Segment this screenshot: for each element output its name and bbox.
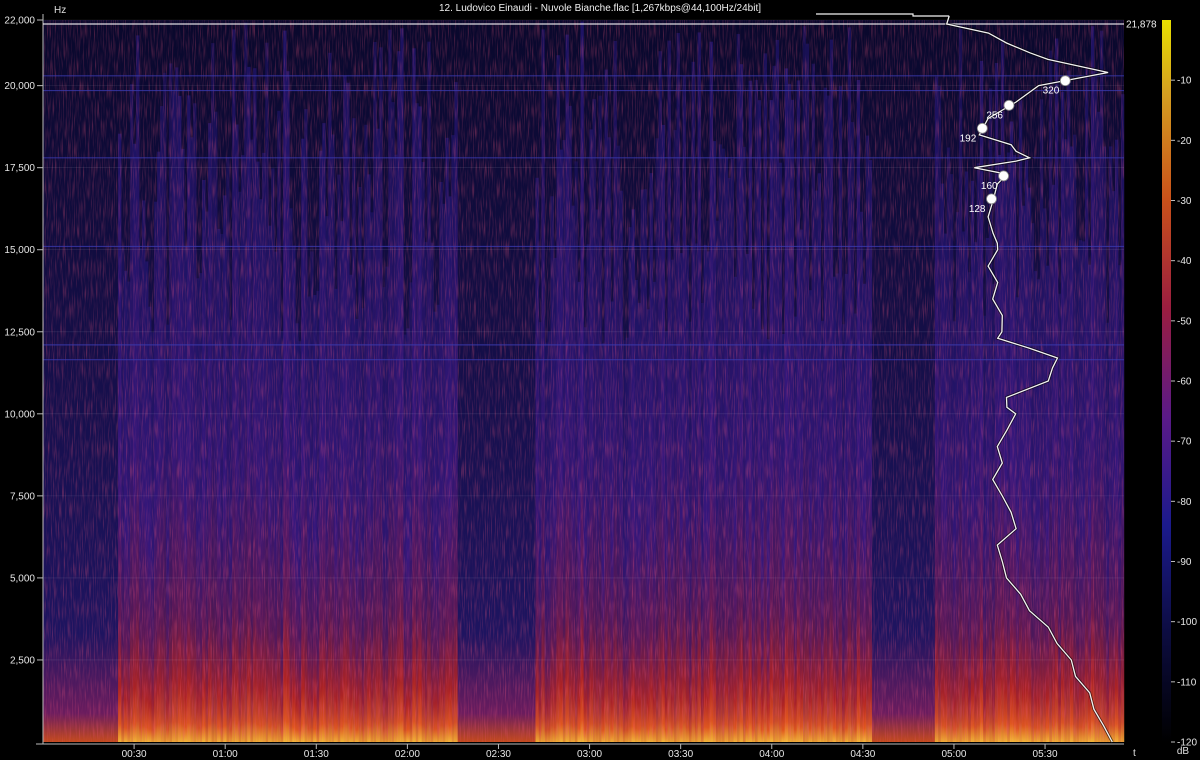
y-tick-label: 20,000 bbox=[4, 81, 35, 92]
bitrate-marker-label: 160 bbox=[981, 181, 998, 192]
x-axis-label: t bbox=[1133, 748, 1136, 759]
y-tick-label: 7,500 bbox=[10, 491, 35, 502]
y-tick-label: 5,000 bbox=[10, 573, 35, 584]
y-axis-label: Hz bbox=[54, 5, 66, 16]
colorbar-tick-label: -40 bbox=[1177, 256, 1192, 267]
y-tick-label: 12,500 bbox=[4, 327, 35, 338]
bitrate-marker-dot bbox=[976, 122, 988, 134]
colorbar-tick-label: -60 bbox=[1177, 377, 1192, 388]
x-tick-label: 01:30 bbox=[304, 749, 329, 760]
x-tick-label: 03:30 bbox=[668, 749, 693, 760]
x-axis: t 00:30 01:00 01:30 02:00 02:30 03:00 03:30 04:… bbox=[36, 743, 1136, 760]
x-tick-label: 04:30 bbox=[850, 749, 875, 760]
bitrate-marker-dot bbox=[998, 170, 1009, 182]
bitrate-marker-label: 192 bbox=[960, 133, 977, 144]
colorbar-tick-label: -120 bbox=[1177, 738, 1197, 749]
colorbar-tick-label: -110 bbox=[1177, 677, 1197, 688]
colorbar-tick-label: -20 bbox=[1177, 136, 1192, 147]
colorbar-tick-label: -90 bbox=[1177, 557, 1192, 568]
y-tick-label: 2,500 bbox=[10, 655, 35, 666]
colorbar-tick-label: -70 bbox=[1177, 437, 1192, 448]
y-tick-label: 10,000 bbox=[4, 409, 35, 420]
x-tick-label: 01:00 bbox=[213, 749, 238, 760]
x-tick-label: 02:00 bbox=[395, 749, 420, 760]
y-tick-label: 15,000 bbox=[4, 245, 35, 256]
x-tick-label: 03:00 bbox=[577, 749, 602, 760]
bitrate-marker-label: 128 bbox=[969, 204, 986, 215]
bitrate-marker-dot bbox=[1003, 99, 1015, 111]
x-tick-label: 05:30 bbox=[1033, 749, 1058, 760]
bitrate-marker-label: 256 bbox=[986, 110, 1003, 121]
colorbar-tick-label: -50 bbox=[1177, 316, 1192, 327]
spectrum-profile-tail bbox=[816, 13, 950, 17]
colorbar-gradient bbox=[1162, 20, 1171, 742]
y-tick-label: 22,000 bbox=[4, 16, 35, 27]
bitrate-marker-dot bbox=[986, 193, 997, 205]
x-tick-label: 05:00 bbox=[941, 749, 966, 760]
x-tick-label: 02:30 bbox=[486, 749, 511, 760]
cutoff-frequency-label: 21,878 bbox=[1126, 20, 1157, 31]
spectrogram-chart: Hz 22,000 20,000 17,500 15,000 12,500 10,000 7… bbox=[4, 5, 1197, 760]
colorbar: dB -10-20-30-40-50-60-70-80-90-100-110-1… bbox=[1162, 20, 1197, 757]
y-tick-label: 17,500 bbox=[4, 163, 35, 174]
colorbar-tick-label: -100 bbox=[1177, 617, 1197, 628]
colorbar-tick-label: -80 bbox=[1177, 497, 1192, 508]
spectrogram-texture bbox=[43, 20, 1124, 742]
bitrate-marker-label: 320 bbox=[1043, 86, 1060, 97]
plot-area bbox=[43, 19, 1125, 743]
x-tick-label: 04:00 bbox=[759, 749, 784, 760]
x-tick-label: 00:30 bbox=[122, 749, 147, 760]
colorbar-tick-label: -30 bbox=[1177, 196, 1192, 207]
colorbar-tick-label: -10 bbox=[1177, 76, 1192, 87]
bitrate-marker-dot bbox=[1059, 75, 1071, 87]
